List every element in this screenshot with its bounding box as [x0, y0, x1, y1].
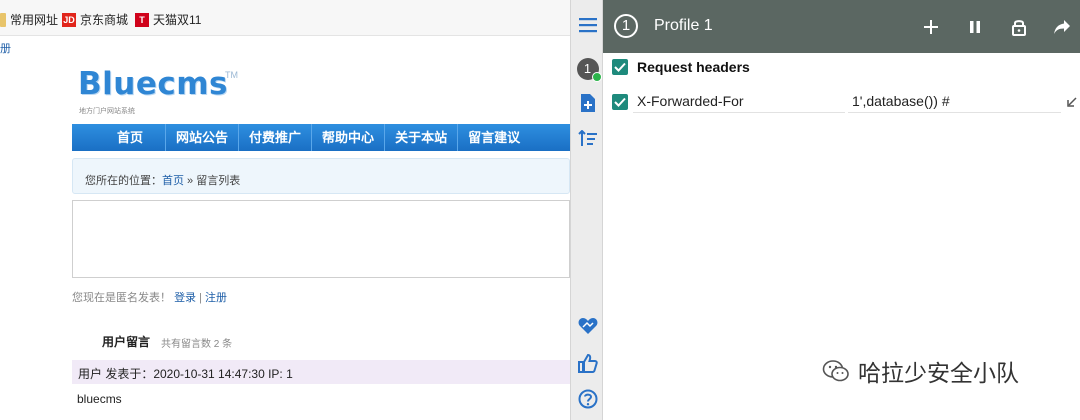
breadcrumb-current: 留言列表 [196, 175, 241, 187]
help-button[interactable] [571, 388, 604, 410]
share-button[interactable] [1050, 15, 1074, 39]
wechat-icon [822, 360, 849, 382]
heart-icon [578, 318, 597, 334]
lock-button[interactable] [1007, 15, 1031, 39]
message-count: 共有留言数 2 条 [161, 339, 233, 350]
bookmark-jd[interactable]: JD 京东商城 [62, 11, 128, 28]
sort-icon [577, 130, 597, 146]
watermark: 哈拉少安全小队 [822, 354, 1019, 388]
message-textarea[interactable] [72, 200, 570, 278]
message-meta-row: 用户 发表于：2020-10-31 14:47:30 IP: 1 [72, 360, 570, 384]
profile-number: 1 [614, 14, 638, 38]
lock-icon [1012, 20, 1026, 36]
logo-trademark: TM [225, 70, 238, 80]
site-logo[interactable]: Bluecms [78, 66, 228, 102]
pause-icon [970, 21, 980, 33]
add-profile-button[interactable] [571, 92, 604, 114]
jd-icon: JD [62, 12, 76, 27]
watermark-text: 哈拉少安全小队 [858, 360, 1019, 386]
section-title: 用户留言 [102, 335, 151, 349]
share-icon [1054, 20, 1070, 34]
breadcrumb: 您所在的位置：首页 » 留言列表 [72, 158, 570, 194]
donate-button[interactable] [571, 315, 604, 337]
site-nav: 首页 网站公告 付费推广 帮助中心 关于本站 留言建议 [72, 124, 570, 151]
checkmark-icon [614, 62, 626, 72]
checkmark-icon [614, 97, 626, 107]
collapse-arrow-icon[interactable] [1066, 96, 1078, 108]
logo-subtitle: 地方门户网站系统 [79, 108, 135, 115]
request-headers-checkbox[interactable] [612, 59, 628, 75]
nav-home[interactable]: 首页 [72, 124, 167, 151]
add-button[interactable] [919, 15, 943, 39]
add-icon [924, 20, 938, 34]
login-link[interactable]: 登录 [174, 292, 196, 304]
bookmarks-bar: 常用网址 JD 京东商城 T 天猫双11 [0, 0, 570, 36]
header-value-field[interactable]: 1',database()) # [852, 93, 950, 109]
profile-header-bar: 1 Profile 1 [603, 0, 1080, 53]
nav-help-center[interactable]: 帮助中心 [312, 124, 386, 151]
tmall-icon: T [135, 12, 149, 27]
menu-icon [578, 18, 597, 33]
header-name-field[interactable]: X-Forwarded-For [637, 93, 744, 109]
register-link[interactable]: 注册 [205, 292, 227, 304]
screen: 常用网址 JD 京东商城 T 天猫双11 册 Bluecms TM 地方门户网站… [0, 0, 1080, 420]
active-dot-icon [591, 72, 602, 82]
folder-icon [0, 12, 6, 27]
nav-about[interactable]: 关于本站 [385, 124, 459, 151]
bookmark-common-sites[interactable]: 常用网址 [0, 11, 58, 28]
menu-button[interactable] [571, 14, 604, 36]
profile-title[interactable]: Profile 1 [654, 17, 713, 35]
thumbs-up-icon [577, 353, 598, 373]
request-headers-label: Request headers [637, 59, 750, 75]
browser-page: 常用网址 JD 京东商城 T 天猫双11 册 Bluecms TM 地方门户网站… [0, 0, 570, 420]
pause-button[interactable] [963, 15, 987, 39]
nav-announcements[interactable]: 网站公告 [166, 124, 240, 151]
sort-button[interactable] [571, 128, 604, 150]
help-icon [578, 389, 597, 409]
profile-1-button[interactable]: 1 [571, 57, 604, 82]
nav-paid-promotion[interactable]: 付费推广 [239, 124, 313, 151]
message-body: bluecms [77, 392, 122, 406]
header-value-underline [848, 112, 1061, 113]
add-file-icon [580, 94, 595, 112]
nav-feedback[interactable]: 留言建议 [458, 124, 530, 151]
breadcrumb-home[interactable]: 首页 [162, 175, 184, 187]
rate-button[interactable] [571, 352, 604, 374]
extension-side-toolbar: 1 [570, 0, 603, 420]
header-name-underline [633, 112, 845, 113]
bookmark-tmall[interactable]: T 天猫双11 [135, 11, 201, 28]
profile-badge-icon: 1 [576, 58, 602, 82]
anonymous-notice: 您现在是匿名发表！ 登录 | 注册 [72, 292, 228, 304]
header-enabled-checkbox[interactable] [612, 94, 628, 110]
bookmark-fragment: 册 [0, 43, 11, 55]
